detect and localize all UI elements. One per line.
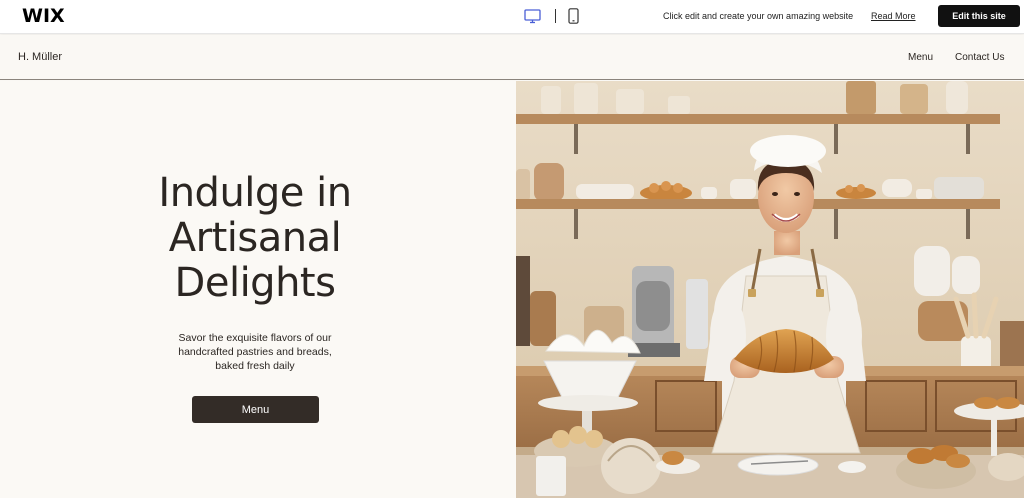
site-header: H. Müller Menu Contact Us	[0, 35, 1024, 80]
read-more-link[interactable]: Read More	[871, 11, 916, 21]
nav-item-contact-us[interactable]: Contact Us	[955, 52, 1004, 63]
mobile-icon[interactable]	[568, 8, 579, 24]
hero-title: Indulge in Artisanal Delights	[130, 171, 380, 306]
wix-logo[interactable]: WIX	[22, 5, 65, 27]
hero-menu-button[interactable]: Menu	[192, 396, 319, 423]
hero-subtitle-line: Savor the exquisite flavors of our	[178, 332, 332, 344]
hero-title-line: Indulge in	[158, 170, 352, 216]
hero-subtitle-line: baked fresh daily	[215, 360, 295, 372]
site-brand[interactable]: H. Müller	[18, 51, 62, 63]
nav-item-menu[interactable]: Menu	[908, 52, 933, 63]
hero-title-line: Delights	[174, 260, 336, 306]
hero-title-line: Artisanal	[168, 215, 342, 261]
hero-subtitle-line: handcrafted pastries and breads,	[178, 346, 332, 358]
hero-image	[516, 81, 1024, 498]
device-separator	[555, 9, 556, 23]
desktop-icon[interactable]	[524, 9, 541, 24]
hero-subtitle: Savor the exquisite flavors of our handc…	[150, 331, 360, 373]
edit-site-button[interactable]: Edit this site	[938, 5, 1020, 27]
wix-top-bar: WIX Click edit and create your own amazi…	[0, 0, 1024, 34]
baker-illustration	[516, 81, 1024, 498]
hero-text-panel: Indulge in Artisanal Delights Savor the …	[0, 81, 516, 498]
promo-text: Click edit and create your own amazing w…	[663, 11, 854, 21]
